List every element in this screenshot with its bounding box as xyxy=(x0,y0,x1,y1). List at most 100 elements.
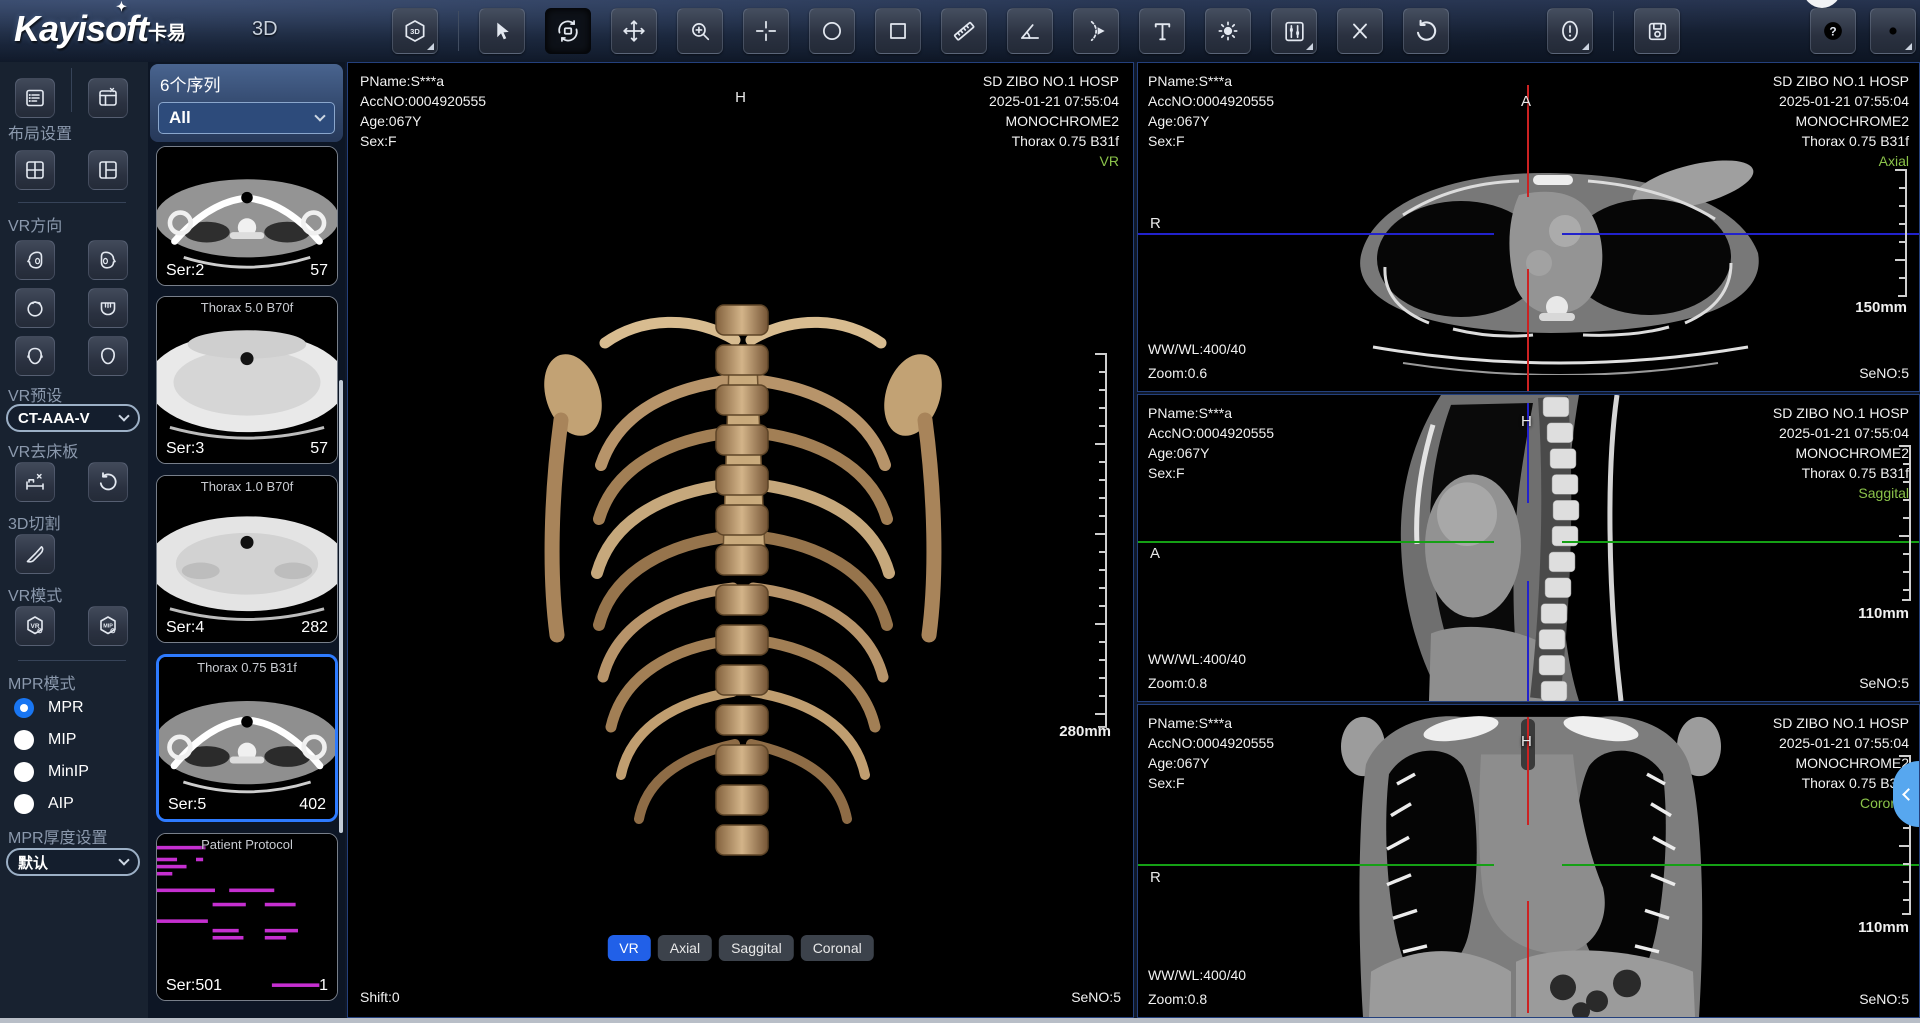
save-button[interactable] xyxy=(1634,8,1680,54)
radio-aip[interactable]: AIP xyxy=(14,794,74,814)
series-description: Thorax 0.75 B31f xyxy=(1773,131,1909,151)
vr-head-back-button[interactable] xyxy=(88,336,128,376)
accession-number: AccNO:0004920555 xyxy=(360,91,486,111)
rotate-3d-icon xyxy=(555,18,581,44)
bed-reset-button[interactable] xyxy=(88,462,128,502)
coronal-crosshair-horizontal xyxy=(1562,864,1919,866)
close-layout-button[interactable] xyxy=(88,78,128,118)
zoom-tool-button[interactable] xyxy=(677,8,723,54)
hospital-name: SD ZIBO NO.1 HOSP xyxy=(1773,713,1909,733)
vr-head-front-button[interactable] xyxy=(15,336,55,376)
vr-render-mode-button[interactable]: VR xyxy=(15,606,55,646)
tab-coronal[interactable]: Coronal xyxy=(801,935,874,961)
vr-shift-value: Shift:0 xyxy=(360,987,400,1007)
mpr-thickness-value: 默认 xyxy=(18,852,48,873)
text-annotation-button[interactable] xyxy=(1139,8,1185,54)
radio-mip[interactable]: MIP xyxy=(14,730,76,750)
grid-layout-button[interactable] xyxy=(15,150,55,190)
series-filter-select[interactable]: All xyxy=(158,102,335,134)
series-thumbnail-selected[interactable]: Thorax 0.75 B31f Ser:5 402 xyxy=(156,654,338,822)
study-datetime: 2025-01-21 07:55:04 xyxy=(983,91,1119,111)
cobb-angle-tool-button[interactable] xyxy=(1073,8,1119,54)
cobb-angle-icon xyxy=(1083,18,1109,44)
app-logo: ✦ Kayisoft卡易 xyxy=(14,8,186,50)
mpr-thickness-select[interactable]: 默认 xyxy=(6,848,140,876)
logo-cjk-text: 卡易 xyxy=(148,23,186,44)
series-scrollbar[interactable] xyxy=(339,380,343,833)
select-tool-button[interactable] xyxy=(479,8,525,54)
user-avatar[interactable] xyxy=(1803,0,1841,8)
rectangle-roi-button[interactable] xyxy=(875,8,921,54)
angle-tool-button[interactable] xyxy=(1007,8,1053,54)
vr-head-right-button[interactable] xyxy=(88,240,128,280)
rotate-3d-tool-button[interactable] xyxy=(545,8,591,54)
tab-axial[interactable]: Axial xyxy=(658,935,712,961)
view-type-label: Coronal xyxy=(1773,793,1909,813)
image-count: 402 xyxy=(299,796,326,814)
pan-tool-button[interactable] xyxy=(611,8,657,54)
save-floppy-icon xyxy=(1645,19,1670,44)
axial-slice-thumbnail-image xyxy=(157,297,337,463)
series-thumbnail[interactable]: Thorax 1.0 B70f Ser:4 282 xyxy=(156,475,338,643)
remove-bed-button[interactable] xyxy=(15,462,55,502)
panel-collapse-button[interactable] xyxy=(1893,761,1919,827)
delete-annotation-button[interactable] xyxy=(1337,8,1383,54)
crosshair-tool-button[interactable] xyxy=(743,8,789,54)
saggital-crosshair-horizontal xyxy=(1562,541,1919,543)
window-level-button[interactable] xyxy=(1271,8,1317,54)
accession-number: AccNO:0004920555 xyxy=(1148,733,1274,753)
photometric: MONOCHROME2 xyxy=(1773,443,1909,463)
tab-saggital[interactable]: Saggital xyxy=(719,935,794,961)
series-thumbnail[interactable]: Patient Protocol Ser:501 1 xyxy=(156,833,338,1001)
vr-head-bottom-button[interactable] xyxy=(88,288,128,328)
radio-mpr[interactable]: MPR xyxy=(14,698,84,718)
radio-minip[interactable]: MinIP xyxy=(14,762,89,782)
report-alert-button[interactable] xyxy=(1547,8,1593,54)
help-icon: ? xyxy=(1820,18,1846,44)
viewport-vr-3d[interactable]: PName:S***a AccNO:0004920555 Age:067Y Se… xyxy=(347,62,1134,1018)
axial-slice-thumbnail-image xyxy=(157,476,337,642)
vr-hexagon-icon: VR xyxy=(23,614,47,638)
split-layout-button[interactable] xyxy=(88,150,128,190)
reset-view-button[interactable] xyxy=(1403,8,1449,54)
patient-sex: Sex:F xyxy=(1148,131,1274,151)
view-type-label: Saggital xyxy=(1773,483,1909,503)
vr-bed-removal-label: VR去床板 xyxy=(8,438,78,462)
saggital-patient-info: PName:S***a AccNO:0004920555 Age:067Y Se… xyxy=(1148,403,1274,483)
series-title: Thorax 5.0 B70f xyxy=(157,300,337,315)
series-thumbnail[interactable]: Ser:2 57 xyxy=(156,146,338,286)
series-description: Thorax 0.75 B31f xyxy=(983,131,1119,151)
vr-head-top-button[interactable] xyxy=(15,288,55,328)
view-type-label: VR xyxy=(983,151,1119,171)
scalpel-cut-button[interactable] xyxy=(15,534,55,574)
axial-wwwl: WW/WL:400/40 xyxy=(1148,339,1246,359)
ellipse-roi-button[interactable] xyxy=(809,8,855,54)
crosshair-icon xyxy=(753,18,779,44)
chevron-left-icon xyxy=(1902,788,1915,801)
vr-head-left-button[interactable] xyxy=(15,240,55,280)
axial-patient-info: PName:S***a AccNO:0004920555 Age:067Y Se… xyxy=(1148,71,1274,151)
logo-text: Kayisoft xyxy=(14,8,148,49)
brightness-tool-button[interactable] xyxy=(1205,8,1251,54)
help-button[interactable]: ? xyxy=(1810,8,1856,54)
viewport-saggital[interactable]: PName:S***a AccNO:0004920555 Age:067Y Se… xyxy=(1137,394,1920,702)
settings-button[interactable] xyxy=(1870,8,1916,54)
tab-vr[interactable]: VR xyxy=(607,935,650,961)
layout-list-button[interactable] xyxy=(15,78,55,118)
mip-render-mode-button[interactable]: MIP xyxy=(88,606,128,646)
series-thumbnail[interactable]: Thorax 5.0 B70f Ser:3 57 xyxy=(156,296,338,464)
radio-icon xyxy=(14,730,34,750)
ruler-tool-button[interactable] xyxy=(941,8,987,54)
saggital-study-info: SD ZIBO NO.1 HOSP 2025-01-21 07:55:04 MO… xyxy=(1773,403,1909,503)
viewport-coronal[interactable]: PName:S***a AccNO:0004920555 Age:067Y Se… xyxy=(1137,704,1920,1018)
study-datetime: 2025-01-21 07:55:04 xyxy=(1773,91,1909,111)
patient-sex: Sex:F xyxy=(1148,773,1274,793)
vr-preset-select[interactable]: CT-AAA-V xyxy=(6,404,140,432)
toolbar-tools: 3D xyxy=(392,8,1680,54)
vr-mode-label: VR模式 xyxy=(8,582,62,606)
patient-age: Age:067Y xyxy=(360,111,486,131)
viewport-axial[interactable]: PName:S***a AccNO:0004920555 Age:067Y Se… xyxy=(1137,62,1920,392)
sidebar-divider xyxy=(18,202,126,203)
3d-view-button[interactable]: 3D xyxy=(392,8,438,54)
vr-patient-info: PName:S***a AccNO:0004920555 Age:067Y Se… xyxy=(360,71,486,151)
